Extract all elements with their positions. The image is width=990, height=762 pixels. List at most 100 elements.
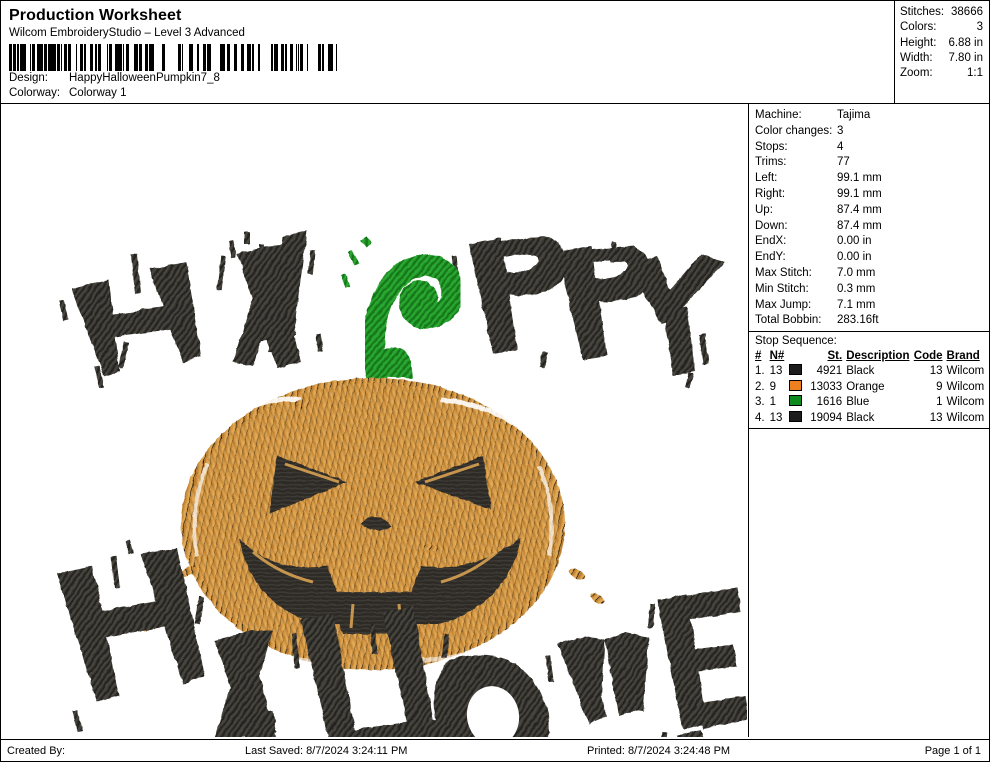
machine-row-color-changes: Color changes: 3 — [755, 124, 989, 140]
cell-index: 3. — [755, 396, 765, 409]
stat-value: 38666 — [951, 6, 983, 18]
machine-row-trims: Trims: 77 — [755, 155, 989, 171]
design-label: Design: — [9, 72, 48, 84]
machine-row-max-jump: Max Jump: 7.1 mm — [755, 298, 989, 314]
design-stats-panel: Stitches: 38666 Colors: 3 Height: 6.88 i… — [894, 1, 989, 103]
stat-label: Width: — [900, 51, 933, 64]
table-row: 4. 13 19094 Black 13 Wilcom — [753, 410, 988, 427]
stop-sequence-table: # N# St. Description Code Brand 1. 13 49… — [753, 349, 988, 426]
design-preview-canvas — [1, 104, 747, 737]
stat-label: Colors: — [900, 21, 937, 34]
machine-value: Tajima — [837, 109, 871, 121]
cell-code: 9 — [936, 380, 943, 393]
color-swatch — [789, 379, 803, 391]
stat-value: 6.88 in — [948, 36, 983, 49]
machine-value: 283.16ft — [837, 314, 879, 327]
machine-label: Total Bobbin: — [755, 314, 822, 327]
cell-code: 1 — [936, 396, 943, 409]
machine-value: 7.1 mm — [837, 298, 876, 311]
cell-code: 13 — [929, 411, 943, 424]
machine-label: Up: — [755, 203, 773, 216]
machine-row-endx: EndX: 0.00 in — [755, 234, 989, 250]
machine-row-left: Left: 99.1 mm — [755, 171, 989, 187]
footer-created-by: Created By: — [7, 744, 66, 757]
header-left: Production Worksheet Wilcom EmbroiderySt… — [1, 1, 893, 103]
cell-stitches: 19094 — [810, 411, 843, 424]
stat-row-zoom: Zoom: 1:1 — [900, 66, 989, 81]
machine-info-panel: Machine: Tajima Color changes: 3 Stops: … — [748, 104, 989, 737]
machine-value: 0.00 in — [837, 235, 872, 248]
cell-index: 1. — [755, 365, 765, 378]
cell-code: 13 — [929, 365, 943, 378]
table-row: 1. 13 4921 Black 13 Wilcom — [753, 364, 988, 380]
stat-label: Zoom: — [900, 67, 933, 80]
cell-stitches: 13033 — [810, 380, 843, 393]
machine-label: Stops: — [755, 140, 788, 153]
machine-label: Max Stitch: — [755, 266, 812, 279]
design-value: HappyHalloweenPumpkin7_8 — [69, 72, 220, 84]
machine-value: 77 — [837, 156, 850, 169]
machine-value: 87.4 mm — [837, 219, 882, 232]
footer-printed: Printed: 8/7/2024 3:24:48 PM — [587, 744, 731, 757]
color-swatch — [789, 395, 803, 407]
cell-description: Blue — [846, 396, 870, 409]
machine-label: Down: — [755, 219, 788, 232]
cell-description: Orange — [846, 380, 885, 393]
machine-value: 99.1 mm — [837, 187, 882, 200]
cell-needle: 13 — [769, 365, 783, 378]
col-header-swatch — [787, 349, 805, 364]
machine-label: Left: — [755, 172, 778, 185]
cell-brand: Wilcom — [946, 396, 985, 409]
machine-value: 4 — [837, 140, 844, 153]
cell-brand: Wilcom — [946, 365, 985, 378]
footer-page-number: Page 1 of 1 — [924, 744, 981, 757]
machine-value: 99.1 mm — [837, 172, 882, 185]
cell-index: 2. — [755, 380, 765, 393]
machine-row-max-stitch: Max Stitch: 7.0 mm — [755, 266, 989, 282]
table-row: 2. 9 13033 Orange 9 Wilcom — [753, 379, 988, 396]
colorway-value: Colorway 1 — [69, 87, 127, 99]
stat-row-height: Height: 6.88 in — [900, 36, 989, 51]
stat-value: 7.80 in — [948, 51, 983, 64]
machine-row-total-bobbin: Total Bobbin: 283.16ft — [755, 313, 989, 329]
cell-needle: 1 — [769, 396, 776, 409]
stat-row-colors: Colors: 3 — [900, 20, 989, 35]
cell-description: Black — [846, 411, 875, 424]
col-header-needle: N# — [769, 350, 785, 363]
machine-label: Max Jump: — [755, 298, 812, 311]
col-header-description: Description — [846, 350, 910, 363]
design-artwork — [1, 104, 747, 737]
cell-needle: 13 — [769, 411, 783, 424]
col-header-code: Code — [913, 350, 943, 363]
cell-swatch — [787, 395, 805, 411]
cell-swatch — [787, 410, 805, 427]
machine-label: Machine: — [755, 109, 802, 121]
machine-value: 3 — [837, 124, 844, 137]
design-row: Design: HappyHalloweenPumpkin7_8 — [9, 71, 893, 86]
color-swatch — [789, 410, 803, 422]
stat-value: 3 — [976, 21, 983, 34]
stat-label: Stitches: — [900, 6, 945, 18]
page-title: Production Worksheet — [9, 7, 182, 24]
cell-stitches: 1616 — [816, 396, 843, 409]
body: Machine: Tajima Color changes: 3 Stops: … — [1, 104, 989, 738]
colorway-row: Colorway: Colorway 1 — [9, 86, 893, 101]
machine-value: 87.4 mm — [837, 203, 882, 216]
stat-row-stitches: Stitches: 38666 — [900, 5, 989, 20]
cell-swatch — [787, 364, 805, 380]
machine-row-up: Up: 87.4 mm — [755, 203, 989, 219]
machine-label: EndX: — [755, 235, 787, 248]
machine-label: Color changes: — [755, 124, 833, 137]
machine-value: 0.3 mm — [837, 282, 876, 295]
footer-last-saved: Last Saved: 8/7/2024 3:24:11 PM — [245, 744, 408, 757]
machine-row-endy: EndY: 0.00 in — [755, 250, 989, 266]
cell-brand: Wilcom — [946, 380, 985, 393]
col-header-brand: Brand — [946, 350, 980, 363]
machine-label: Trims: — [755, 156, 787, 169]
machine-value: 7.0 mm — [837, 266, 876, 279]
software-subtitle: Wilcom EmbroideryStudio – Level 3 Advanc… — [9, 27, 245, 39]
machine-value: 0.00 in — [837, 251, 872, 264]
machine-info-list: Machine: Tajima Color changes: 3 Stops: … — [749, 104, 989, 329]
machine-label: Right: — [755, 187, 786, 200]
machine-row-right: Right: 99.1 mm — [755, 187, 989, 203]
